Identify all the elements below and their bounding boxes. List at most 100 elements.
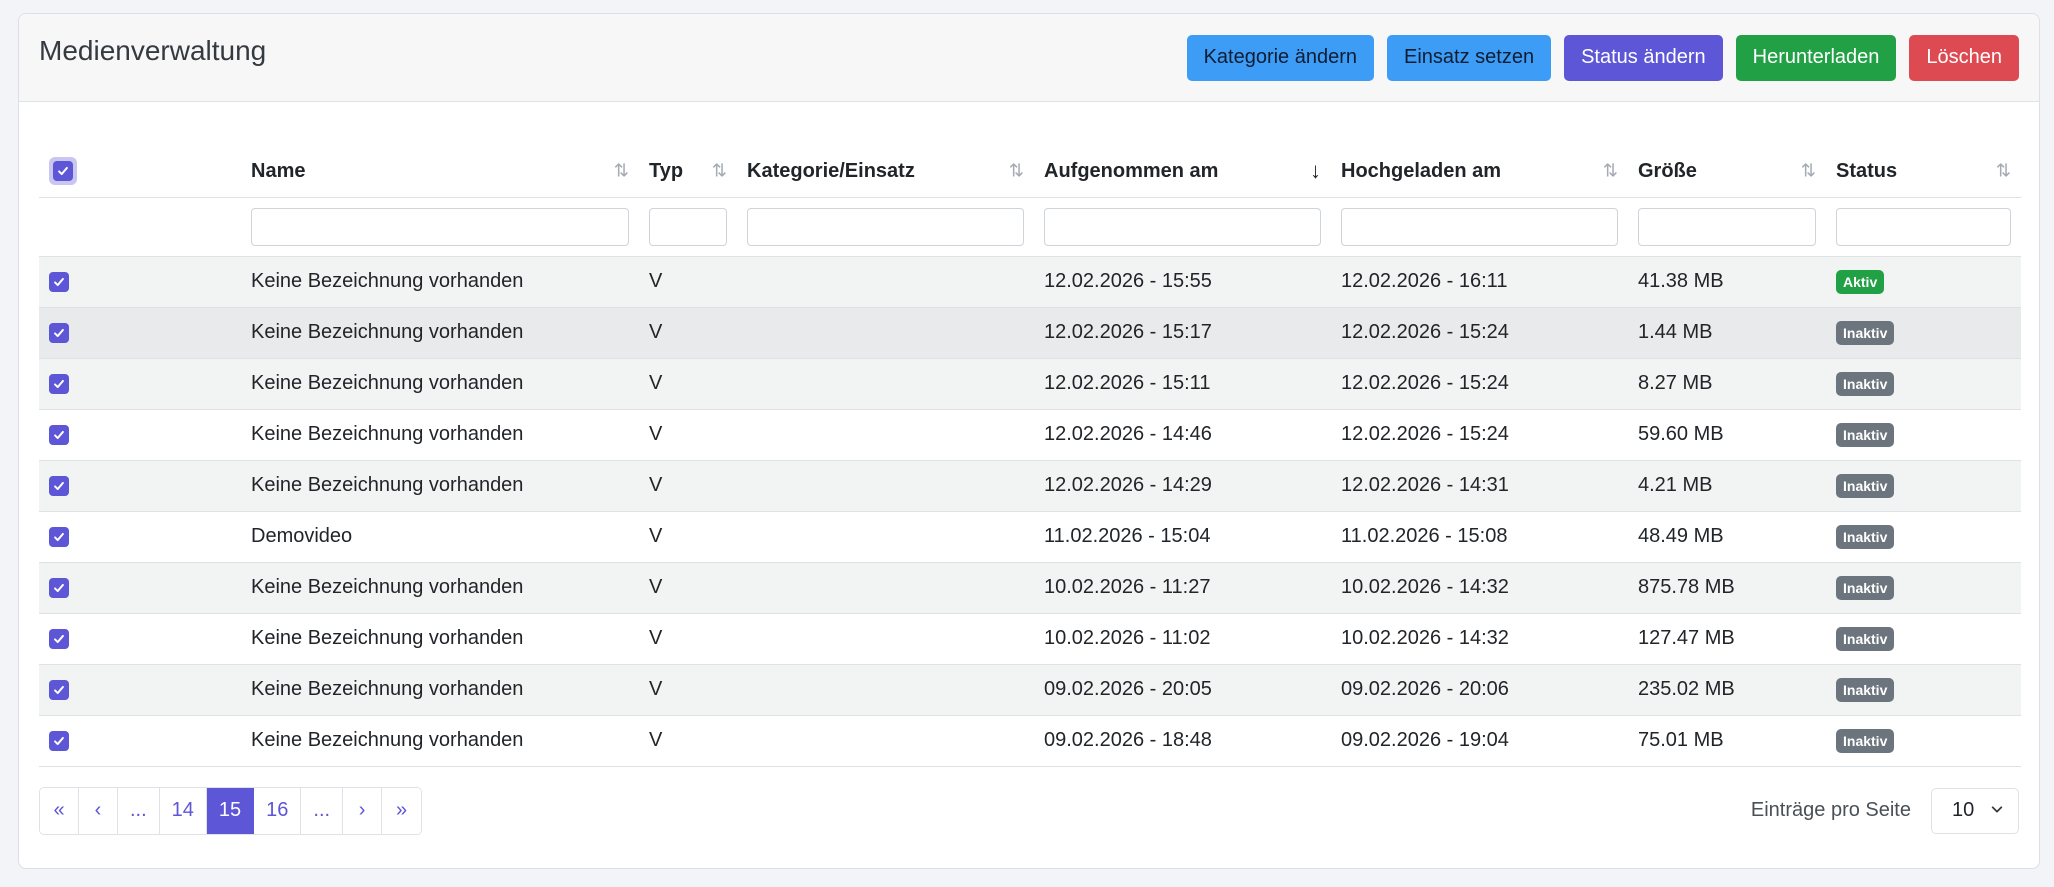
page-title: Medienverwaltung (39, 34, 267, 66)
table-row[interactable]: Keine Bezeichnung vorhanden V 12.02.2026 -… (39, 409, 2021, 461)
row-checkbox[interactable] (49, 526, 69, 547)
cell-kategorie (737, 307, 1034, 359)
cell-kategorie (737, 358, 1034, 410)
page-item[interactable]: 15 (206, 787, 255, 834)
cell-name: Keine Bezeichnung vorhanden (241, 358, 639, 410)
cell-hochgeladen: 09.02.2026 - 19:04 (1331, 715, 1628, 767)
per-page-select[interactable]: 10 (1931, 787, 2019, 834)
table-row[interactable]: Demovideo V 11.02.2026 - 15:04 11.02.2026 -… (39, 511, 2021, 563)
cell-typ: V (639, 664, 737, 716)
cell-groesse: 59.60 MB (1628, 409, 1826, 461)
table-row[interactable]: Keine Bezeichnung vorhanden V 09.02.2026 -… (39, 664, 2021, 716)
cell-aufgenommen: 11.02.2026 - 15:04 (1034, 511, 1331, 563)
filter-aufgenommen-input[interactable] (1044, 207, 1321, 246)
media-management-card: Medienverwaltung Kategorie ändern Einsat… (18, 13, 2040, 869)
column-header-name[interactable]: Name ⇅ (241, 146, 639, 198)
cell-aufgenommen: 12.02.2026 - 15:11 (1034, 358, 1331, 410)
page-item[interactable]: › (343, 787, 383, 834)
cell-hochgeladen: 09.02.2026 - 20:06 (1331, 664, 1628, 716)
row-checkbox[interactable] (49, 322, 69, 343)
filter-groesse-input[interactable] (1638, 207, 1816, 246)
row-checkbox[interactable] (49, 424, 69, 445)
sort-desc-icon[interactable]: ↓ (1310, 158, 1321, 184)
set-deployment-button[interactable]: Einsatz setzen (1387, 34, 1552, 81)
cell-typ: V (639, 460, 737, 512)
table-row[interactable]: Keine Bezeichnung vorhanden V 10.02.2026 -… (39, 613, 2021, 665)
check-icon (52, 734, 66, 748)
column-header-kategorie[interactable]: Kategorie/Einsatz ⇅ (737, 146, 1034, 198)
cell-aufgenommen: 09.02.2026 - 20:05 (1034, 664, 1331, 716)
table-header-row: Name ⇅ Typ ⇅ Kategorie/Einsatz ⇅ Aufgenomme… (39, 146, 2021, 198)
table-row[interactable]: Keine Bezeichnung vorhanden V 12.02.2026 -… (39, 256, 2021, 308)
change-status-button[interactable]: Status ändern (1564, 34, 1723, 81)
cell-name: Demovideo (241, 511, 639, 563)
cell-hochgeladen: 11.02.2026 - 15:08 (1331, 511, 1628, 563)
cell-groesse: 4.21 MB (1628, 460, 1826, 512)
cell-kategorie (737, 562, 1034, 614)
check-icon (52, 683, 66, 697)
table-body: Keine Bezeichnung vorhanden V 12.02.2026 -… (39, 256, 2021, 767)
check-icon (52, 275, 66, 289)
table-row[interactable]: Keine Bezeichnung vorhanden V 12.02.2026 -… (39, 358, 2021, 410)
column-header-typ[interactable]: Typ ⇅ (639, 146, 737, 198)
change-category-button[interactable]: Kategorie ändern (1186, 34, 1375, 81)
sort-icon[interactable]: ⇅ (712, 161, 727, 182)
cell-name: Keine Bezeichnung vorhanden (241, 409, 639, 461)
table-row[interactable]: Keine Bezeichnung vorhanden V 09.02.2026 -… (39, 715, 2021, 767)
cell-name: Keine Bezeichnung vorhanden (241, 562, 639, 614)
row-checkbox[interactable] (49, 730, 69, 751)
action-toolbar: Kategorie ändern Einsatz setzen Status ä… (1186, 34, 2019, 81)
page-item[interactable]: 16 (254, 787, 302, 834)
column-header-groesse[interactable]: Größe ⇅ (1628, 146, 1826, 198)
row-checkbox[interactable] (49, 475, 69, 496)
row-checkbox[interactable] (49, 628, 69, 649)
sort-icon[interactable]: ⇅ (614, 161, 629, 182)
cell-aufgenommen: 10.02.2026 - 11:02 (1034, 613, 1331, 665)
sort-icon[interactable]: ⇅ (1996, 161, 2011, 182)
column-header-status[interactable]: Status ⇅ (1826, 146, 2021, 198)
table-footer: «‹... 14 15 16... ›» Einträge pro Seite 10 (39, 786, 2019, 835)
cell-hochgeladen: 12.02.2026 - 14:31 (1331, 460, 1628, 512)
sort-icon[interactable]: ⇅ (1603, 161, 1618, 182)
page-item[interactable]: 14 (159, 787, 207, 834)
status-badge: Inaktiv (1836, 677, 1895, 702)
cell-name: Keine Bezeichnung vorhanden (241, 256, 639, 308)
cell-hochgeladen: 12.02.2026 - 15:24 (1331, 409, 1628, 461)
table-row[interactable]: Keine Bezeichnung vorhanden V 10.02.2026 -… (39, 562, 2021, 614)
table-row[interactable]: Keine Bezeichnung vorhanden V 12.02.2026 -… (39, 307, 2021, 359)
check-icon (52, 632, 66, 646)
filter-hochgeladen-input[interactable] (1341, 207, 1618, 246)
status-badge: Inaktiv (1836, 626, 1895, 651)
page-item[interactable]: » (382, 787, 422, 834)
cell-kategorie (737, 409, 1034, 461)
per-page-value: 10 (1952, 799, 1975, 821)
delete-button[interactable]: Löschen (1909, 34, 2019, 81)
table-row[interactable]: Keine Bezeichnung vorhanden V 12.02.2026 -… (39, 460, 2021, 512)
check-icon (52, 530, 66, 544)
sort-icon[interactable]: ⇅ (1801, 161, 1816, 182)
column-header-hochgeladen[interactable]: Hochgeladen am ⇅ (1331, 146, 1628, 198)
filter-name-input[interactable] (251, 207, 629, 246)
cell-typ: V (639, 511, 737, 563)
page-item[interactable]: ‹ (79, 787, 118, 834)
check-icon (52, 428, 66, 442)
cell-typ: V (639, 613, 737, 665)
cell-typ: V (639, 307, 737, 359)
download-button[interactable]: Herunterladen (1735, 34, 1897, 81)
column-header-aufgenommen[interactable]: Aufgenommen am ↓ (1034, 146, 1331, 198)
page-item[interactable]: ... (118, 787, 160, 834)
row-checkbox[interactable] (49, 373, 69, 394)
cell-name: Keine Bezeichnung vorhanden (241, 307, 639, 359)
cell-kategorie (737, 256, 1034, 308)
sort-icon[interactable]: ⇅ (1009, 161, 1024, 182)
cell-aufgenommen: 12.02.2026 - 15:17 (1034, 307, 1331, 359)
row-checkbox[interactable] (49, 679, 69, 700)
row-checkbox[interactable] (49, 577, 69, 598)
page-item[interactable]: ... (301, 787, 344, 834)
filter-status-input[interactable] (1836, 207, 2011, 246)
page-item[interactable]: « (40, 787, 79, 834)
filter-typ-input[interactable] (649, 207, 727, 246)
filter-kategorie-input[interactable] (747, 207, 1024, 246)
select-all-checkbox[interactable] (49, 157, 77, 186)
row-checkbox[interactable] (49, 271, 69, 292)
